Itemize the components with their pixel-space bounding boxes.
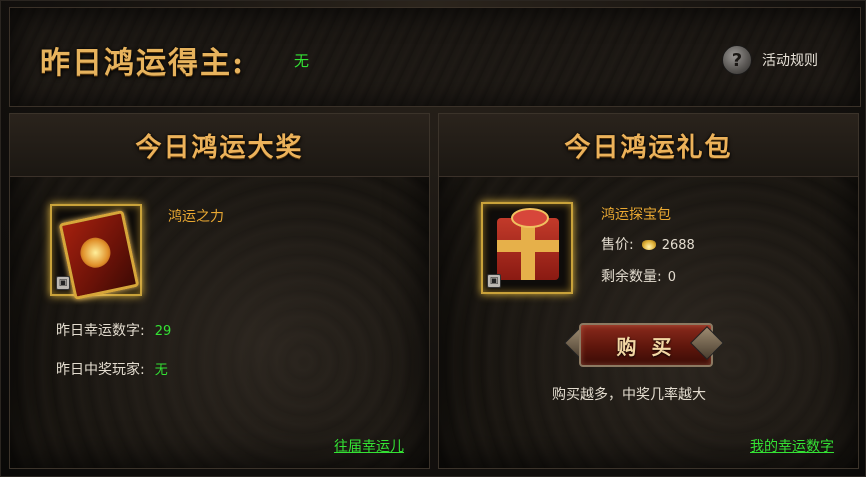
panel-title: 今日鸿运大奖 — [135, 132, 304, 163]
question-mark-icon[interactable]: ? — [722, 45, 752, 75]
gift-item-slot[interactable]: ▣ — [481, 202, 573, 294]
yesterday-winner-title: 昨日鸿运得主: — [40, 46, 246, 81]
winner-player-label: 昨日中奖玩家: — [56, 362, 145, 378]
rules-button[interactable]: ? 活动规则 — [722, 44, 818, 76]
today-gift-pack-panel: 今日鸿运礼包 ▣ 鸿运探宝包 售价: 2688 剩余数量: 0 购 买 购买越多，中… — [438, 113, 859, 469]
panel-header: 今日鸿运大奖 — [10, 114, 429, 177]
gift-bow-decoration — [511, 208, 549, 228]
remaining-line: 剩余数量: 0 — [601, 266, 676, 286]
event-window: 昨日鸿运得主: 无 ? 活动规则 今日鸿运大奖 ▣ 鸿运之力 昨日幸运数字: 29… — [0, 0, 866, 477]
purchase-hint: 购买越多，中奖几率越大 — [552, 387, 706, 403]
price-line: 售价: 2688 — [601, 234, 695, 254]
gold-ingot-icon — [641, 240, 656, 250]
prize-item-slot[interactable]: ▣ — [50, 204, 142, 301]
price-value: 2688 — [661, 238, 695, 253]
lock-icon: ▣ — [56, 276, 70, 290]
price-label: 售价: — [601, 237, 634, 253]
past-winners-link[interactable]: 往届幸运儿 — [334, 436, 404, 456]
header-bar: 昨日鸿运得主: 无 ? 活动规则 — [9, 7, 861, 107]
gift-item-name: 鸿运探宝包 — [601, 207, 671, 223]
lucky-number-value: 29 — [154, 324, 172, 339]
fortune-card-icon — [58, 209, 140, 301]
prize-item-name: 鸿运之力 — [168, 209, 224, 225]
lucky-number-line: 昨日幸运数字: 29 — [56, 320, 171, 340]
panel-header: 今日鸿运礼包 — [439, 114, 858, 177]
yesterday-winner-value: 无 — [294, 52, 310, 70]
lucky-number-label: 昨日幸运数字: — [56, 323, 145, 339]
winner-player-value: 无 — [154, 363, 168, 378]
rules-label[interactable]: 活动规则 — [762, 50, 818, 70]
panel-title: 今日鸿运礼包 — [564, 132, 733, 163]
buy-button[interactable]: 购 买 — [564, 319, 724, 367]
winner-player-line: 昨日中奖玩家: 无 — [56, 359, 168, 379]
remaining-value: 0 — [667, 270, 676, 285]
remaining-label: 剩余数量: — [601, 269, 662, 285]
lock-icon: ▣ — [487, 274, 501, 288]
today-grand-prize-panel: 今日鸿运大奖 ▣ 鸿运之力 昨日幸运数字: 29 昨日中奖玩家: 无 往届幸运儿 — [9, 113, 430, 469]
my-lucky-numbers-link[interactable]: 我的幸运数字 — [750, 436, 834, 456]
